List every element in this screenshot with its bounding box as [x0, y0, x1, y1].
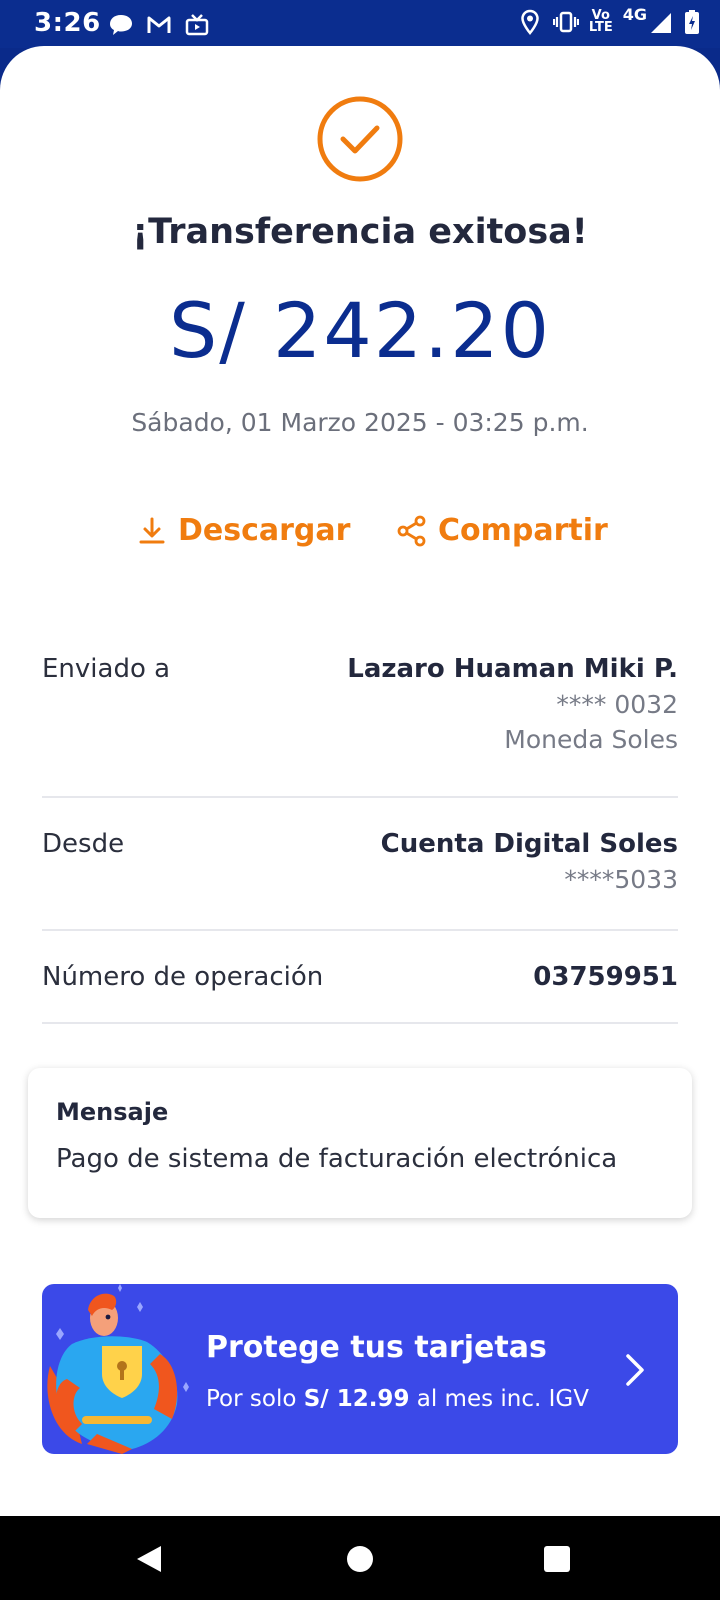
volte-bottom: LTE [588, 20, 613, 35]
battery-icon [685, 10, 699, 34]
sent-to-label: Enviado a [42, 654, 171, 684]
system-icons: Vo LTE 4G [517, 5, 700, 35]
superhero-illustration [47, 1284, 189, 1454]
recipient-account: **** 0032 [556, 690, 678, 719]
operation-label: Número de operación [42, 962, 324, 992]
operation-info: 03759951 [533, 962, 678, 992]
status-bar: 3:26 Vo LTE 4G [0, 0, 720, 48]
promo-price: S/ 12.99 [303, 1386, 410, 1412]
message-body: Pago de sistema de facturación electróni… [56, 1144, 618, 1174]
divider [42, 1022, 678, 1024]
divider [42, 796, 678, 798]
signal-icon [651, 13, 671, 33]
network-type: 4G [622, 5, 647, 24]
chat-icon [110, 15, 132, 35]
check-circle-icon [317, 96, 403, 182]
volte-indicator: Vo LTE [588, 9, 613, 35]
detail-row-operation: Número de operación 03759951 [42, 962, 678, 1002]
from-account-name: Cuenta Digital Soles [380, 829, 678, 859]
recipient-info: Lazaro Huaman Miki P. **** 0032 Moneda S… [347, 654, 678, 754]
download-icon [139, 517, 165, 543]
notification-icons [108, 12, 210, 38]
from-info: Cuenta Digital Soles ****5033 [381, 829, 678, 894]
recipient-name: Lazaro Huaman Miki P. [347, 654, 678, 684]
download-label: Descargar [178, 513, 351, 548]
operation-number: 03759951 [533, 962, 678, 992]
share-button[interactable]: Compartir [396, 513, 608, 548]
system-nav-bar [0, 1516, 720, 1600]
recipient-currency: Moneda Soles [504, 725, 678, 754]
location-icon [521, 9, 539, 35]
detail-row-recipient: Enviado a Lazaro Huaman Miki P. **** 003… [42, 654, 678, 774]
promo-subtitle: Por solo S/ 12.99 al mes inc. IGV [206, 1386, 589, 1412]
transfer-datetime: Sábado, 01 Marzo 2025 - 03:25 p.m. [131, 408, 589, 437]
gmail-icon [147, 16, 171, 33]
message-title: Mensaje [56, 1098, 169, 1126]
receipt-sheet: ¡Transferencia exitosa! S/ 242.20 Sábado… [0, 46, 720, 1516]
tv-icon [185, 14, 209, 36]
recents-icon[interactable] [540, 1542, 574, 1576]
back-icon[interactable] [133, 1542, 167, 1576]
promo-banner[interactable]: Protege tus tarjetas Por solo S/ 12.99 a… [42, 1284, 678, 1454]
network-indicator: 4G [622, 5, 674, 35]
transfer-amount: S/ 242.20 [169, 286, 551, 375]
success-title: ¡Transferencia exitosa! [132, 212, 588, 252]
home-icon[interactable] [343, 1542, 377, 1576]
share-label: Compartir [438, 513, 608, 548]
promo-title: Protege tus tarjetas [206, 1330, 547, 1365]
chevron-right-icon [626, 1354, 644, 1386]
promo-sub-prefix: Por solo [206, 1386, 297, 1412]
download-button[interactable]: Descargar [136, 513, 350, 548]
from-account-number: ****5033 [564, 865, 678, 894]
share-icon [397, 515, 426, 546]
promo-sub-suffix: al mes inc. IGV [416, 1386, 589, 1412]
status-time: 3:26 [34, 8, 101, 38]
detail-row-from: Desde Cuenta Digital Soles ****5033 [42, 829, 678, 909]
from-label: Desde [42, 829, 125, 859]
message-card: Mensaje Pago de sistema de facturación e… [28, 1068, 692, 1218]
divider [42, 929, 678, 931]
vibrate-icon [552, 11, 579, 33]
